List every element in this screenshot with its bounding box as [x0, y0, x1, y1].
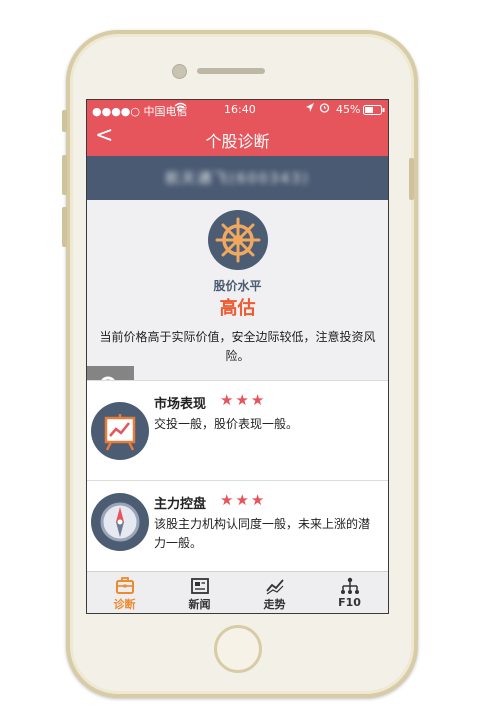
tab-label: 走势: [263, 598, 286, 611]
compass-icon: [91, 493, 149, 551]
battery-icon: [363, 105, 385, 118]
app-screen: ●●●●○ 中国电信 16:40 45% < 个股诊断 航天通飞(600343): [86, 99, 389, 614]
alarm-icon: [319, 102, 330, 116]
status-time: 16:40: [224, 103, 256, 116]
battery-percent: 45%: [336, 103, 361, 116]
ship-wheel-icon: [208, 210, 268, 270]
card-title: 主力控盘: [154, 497, 207, 512]
earpiece-speaker: [197, 68, 265, 74]
volume-down-button: [62, 207, 67, 247]
chart-easel-icon: [91, 402, 149, 460]
price-level-section: 股价水平 高估 当前价格高于实际价值，安全边际较低，注意投资风险。: [87, 200, 388, 380]
page-title: 个股诊断: [205, 132, 270, 151]
tab-bar: 诊断 新闻 走势 F10: [87, 571, 388, 613]
rating-stars: ★★★: [220, 391, 267, 409]
stock-name: 航天通飞(600343): [165, 171, 310, 187]
volume-up-button: [62, 155, 67, 195]
newspaper-icon: [190, 578, 209, 594]
home-button[interactable]: [214, 625, 262, 673]
status-bar: ●●●●○ 中国电信 16:40 45%: [87, 100, 388, 120]
nav-bar: < 个股诊断: [87, 120, 388, 156]
tab-news[interactable]: 新闻: [162, 572, 237, 613]
power-button: [409, 158, 414, 200]
main-force-card[interactable]: 主力控盘 ★★★ 该股主力机构认同度一般，未来上涨的潜力一般。: [87, 480, 388, 572]
card-description: 该股主力机构认同度一般，未来上涨的潜力一般。: [154, 517, 371, 550]
trend-icon: [265, 579, 284, 595]
price-level-value: 高估: [219, 298, 256, 319]
tab-label: F10: [338, 596, 361, 609]
location-icon: [305, 102, 315, 116]
price-level-description: 当前价格高于实际价值，安全边际较低，注意投资风险。: [99, 330, 376, 363]
tab-trend[interactable]: 走势: [237, 572, 312, 613]
stock-header: 航天通飞(600343): [87, 156, 388, 200]
tab-diagnosis[interactable]: 诊断: [87, 572, 162, 613]
card-description: 交投一般，股价表现一般。: [154, 417, 299, 431]
rating-stars: ★★★: [220, 491, 267, 509]
mute-switch: [62, 110, 67, 132]
briefcase-icon: [115, 577, 134, 594]
tab-f10[interactable]: F10: [312, 572, 387, 613]
tab-label: 新闻: [188, 598, 211, 611]
front-camera: [172, 64, 187, 79]
price-level-label: 股价水平: [213, 279, 262, 293]
hierarchy-icon: [340, 577, 359, 594]
wifi-icon: [174, 102, 187, 116]
tab-label: 诊断: [113, 598, 136, 611]
market-performance-card[interactable]: 市场表现 ★★★ 交投一般，股价表现一般。: [87, 380, 388, 481]
card-title: 市场表现: [154, 397, 207, 412]
